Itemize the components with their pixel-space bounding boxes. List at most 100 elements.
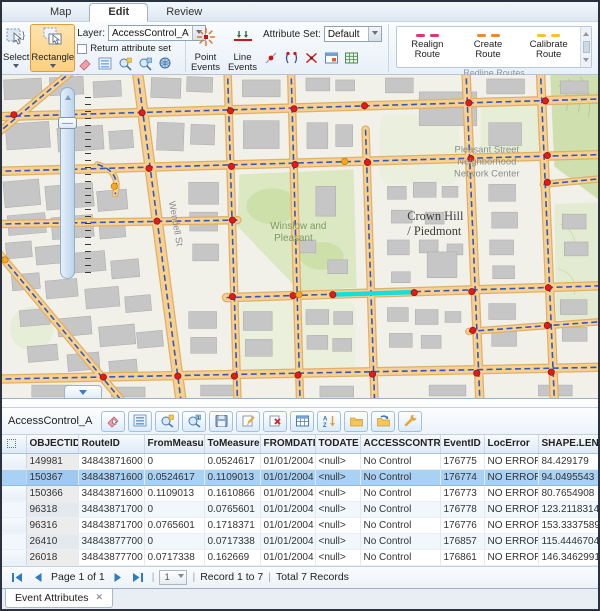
cell-todate[interactable]: <null> xyxy=(315,533,360,549)
column-header-frommeasure[interactable]: FromMeasure xyxy=(144,435,204,453)
map-view[interactable]: Wendell St Pleasant Street Neighborhood … xyxy=(2,75,598,399)
rectangle-dropdown-arrow[interactable] xyxy=(50,64,56,71)
cell-eventid[interactable]: 176773 xyxy=(440,485,484,501)
cell-routeid[interactable]: 34843871600 xyxy=(78,453,144,469)
row-selector[interactable] xyxy=(2,501,26,517)
cell-objectid[interactable]: 26018 xyxy=(26,549,78,565)
scroll-up-icon[interactable] xyxy=(583,29,589,36)
cell-objectid[interactable]: 26410 xyxy=(26,533,78,549)
cell-tomeasure[interactable]: 0.0524617 xyxy=(204,453,260,469)
select-by-attributes-icon[interactable] xyxy=(117,56,134,72)
event-attributes-tab[interactable]: Event Attributes ✕ xyxy=(5,589,113,608)
cell-todate[interactable]: <null> xyxy=(315,469,360,485)
cell-routeid[interactable]: 34843871700 xyxy=(78,501,144,517)
cell-tomeasure[interactable]: 0.1109013 xyxy=(204,469,260,485)
table-row[interactable]: 150367348438716000.05246170.110901301/01… xyxy=(2,469,598,485)
table-row[interactable]: 963183484387170000.076560101/01/2004<nul… xyxy=(2,501,598,517)
cell-frommeasure[interactable]: 0.1109013 xyxy=(144,485,204,501)
column-header-fromdate[interactable]: FROMDATE xyxy=(260,435,315,453)
table-row[interactable]: 150366348438716000.11090130.161086601/01… xyxy=(2,485,598,501)
edit-record-button[interactable] xyxy=(236,411,260,432)
cell-fromdate[interactable]: 01/01/2004 xyxy=(260,453,315,469)
select-records-button[interactable] xyxy=(101,411,125,432)
cell-frommeasure[interactable]: 0.0524617 xyxy=(144,469,204,485)
cell-accesscontrol[interactable]: No Control xyxy=(360,517,440,533)
show-selected-records-button[interactable] xyxy=(128,411,152,432)
apply-attribute-set-button[interactable] xyxy=(371,411,395,432)
cell-fromdate[interactable]: 01/01/2004 xyxy=(260,469,315,485)
cell-fromdate[interactable]: 01/01/2004 xyxy=(260,533,315,549)
zoom-to-layer-icon[interactable] xyxy=(137,56,154,72)
cell-shape-len[interactable]: 153.3337589 xyxy=(538,517,598,533)
attribute-set-combobox-arrow[interactable] xyxy=(368,27,381,41)
tab-review[interactable]: Review xyxy=(148,4,220,21)
open-attribute-set-button[interactable] xyxy=(344,411,368,432)
cell-routeid[interactable]: 34843871600 xyxy=(78,469,144,485)
sort-records-button[interactable]: AZ xyxy=(317,411,341,432)
calibrate-route-button[interactable]: Calibrate Route xyxy=(518,27,579,67)
cell-locerror[interactable]: NO ERROR xyxy=(484,453,538,469)
clear-selection-icon[interactable] xyxy=(77,56,94,72)
cell-objectid[interactable]: 96318 xyxy=(26,501,78,517)
zoom-in-arrow-icon[interactable] xyxy=(65,92,71,100)
cell-shape-len[interactable]: 123.2118314 xyxy=(538,501,598,517)
cell-shape-len[interactable]: 146.3462991 xyxy=(538,549,598,565)
row-selector[interactable] xyxy=(2,485,26,501)
split-event-icon[interactable] xyxy=(303,50,320,66)
cell-accesscontrol[interactable]: No Control xyxy=(360,501,440,517)
cell-tomeasure[interactable]: 0.0765601 xyxy=(204,501,260,517)
event-window-icon[interactable] xyxy=(323,50,340,66)
tab-edit[interactable]: Edit xyxy=(89,3,148,22)
cell-objectid[interactable]: 150366 xyxy=(26,485,78,501)
cell-tomeasure[interactable]: 0.162669 xyxy=(204,549,260,565)
cell-fromdate[interactable]: 01/01/2004 xyxy=(260,549,315,565)
last-page-button[interactable] xyxy=(131,570,147,585)
previous-page-button[interactable] xyxy=(30,570,46,585)
column-header-accesscontrol[interactable]: ACCESSCONTROL xyxy=(360,435,440,453)
zoom-slider-track[interactable] xyxy=(60,87,75,279)
rectangle-select-button[interactable]: Rectangle xyxy=(30,24,75,72)
column-header-routeid[interactable]: RouteID xyxy=(78,435,144,453)
table-row[interactable]: 1499813484387160000.052461701/01/2004<nu… xyxy=(2,453,598,469)
first-page-button[interactable] xyxy=(9,570,25,585)
column-header-objectid[interactable]: OBJECTID xyxy=(26,435,78,453)
save-edits-button[interactable] xyxy=(209,411,233,432)
column-header-todate[interactable]: TODATE xyxy=(315,435,360,453)
cell-accesscontrol[interactable]: No Control xyxy=(360,549,440,565)
cell-accesscontrol[interactable]: No Control xyxy=(360,469,440,485)
attribute-set-combobox[interactable]: Default xyxy=(324,26,382,42)
table-row[interactable]: 96316348438717000.07656010.171837101/01/… xyxy=(2,517,598,533)
cell-fromdate[interactable]: 01/01/2004 xyxy=(260,485,315,501)
cell-routeid[interactable]: 34843871600 xyxy=(78,485,144,501)
tab-map[interactable]: Map xyxy=(32,4,89,21)
row-selector[interactable] xyxy=(2,533,26,549)
realign-route-button[interactable]: Realign Route xyxy=(397,27,458,67)
close-tab-icon[interactable]: ✕ xyxy=(96,592,104,603)
cell-eventid[interactable]: 176775 xyxy=(440,453,484,469)
cell-eventid[interactable]: 176861 xyxy=(440,549,484,565)
cell-todate[interactable]: <null> xyxy=(315,485,360,501)
table-row[interactable]: 264103484387770000.071733801/01/2004<nul… xyxy=(2,533,598,549)
next-page-button[interactable] xyxy=(110,570,126,585)
cell-locerror[interactable]: NO ERROR xyxy=(484,533,538,549)
redline-scrollbar[interactable] xyxy=(580,27,591,67)
create-route-button[interactable]: Create Route xyxy=(458,27,519,67)
add-point-event-icon[interactable] xyxy=(263,50,280,66)
cell-locerror[interactable]: NO ERROR xyxy=(484,549,538,565)
select-on-map-icon[interactable] xyxy=(157,56,174,72)
cell-frommeasure[interactable]: 0.0765601 xyxy=(144,517,204,533)
zoom-slider-handle[interactable] xyxy=(58,117,77,129)
cell-todate[interactable]: <null> xyxy=(315,517,360,533)
collapse-attribute-panel-tab[interactable] xyxy=(64,385,102,398)
cell-objectid[interactable]: 149981 xyxy=(26,453,78,469)
row-selector[interactable] xyxy=(2,469,26,485)
zoom-to-selection-button[interactable] xyxy=(155,411,179,432)
selection-list-icon[interactable] xyxy=(97,56,114,72)
pan-to-selection-button[interactable]: 1 xyxy=(182,411,206,432)
cell-accesscontrol[interactable]: No Control xyxy=(360,485,440,501)
row-selector[interactable] xyxy=(2,453,26,469)
column-header-locerror[interactable]: LocError xyxy=(484,435,538,453)
cell-objectid[interactable]: 150367 xyxy=(26,469,78,485)
cell-routeid[interactable]: 34843871700 xyxy=(78,517,144,533)
merge-events-icon[interactable] xyxy=(283,50,300,66)
